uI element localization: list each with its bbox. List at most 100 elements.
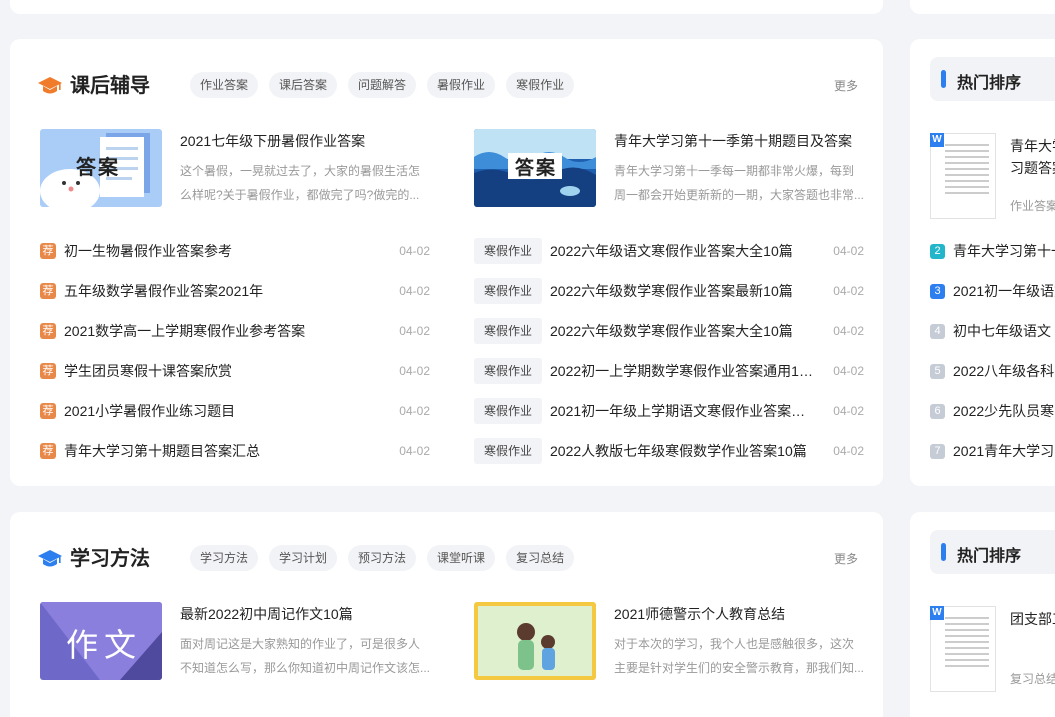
tag-review-summary[interactable]: 复习总结 <box>506 545 575 571</box>
list-item-date: 04-02 <box>399 364 430 378</box>
list-item-date: 04-02 <box>833 444 864 458</box>
list-item-title[interactable]: 2022六年级数学寒假作业答案大全10篇 <box>550 321 793 341</box>
article-thumbnail[interactable]: 作文 <box>40 602 162 680</box>
word-doc-icon: W <box>930 133 944 147</box>
rank-title[interactable]: 2021初一年级语文 <box>953 281 1055 301</box>
rank-title[interactable]: 2022八年级各科 <box>953 361 1054 381</box>
list-item-date: 04-02 <box>833 244 864 258</box>
article-thumbnail[interactable]: 答案 <box>474 129 596 207</box>
section-title: 课后辅导 <box>70 75 150 97</box>
list-item[interactable]: 荐学生团员寒假十课答案欣赏 04-02 <box>40 351 430 391</box>
section-tags: 作业答案 课后答案 问题解答 暑假作业 寒假作业 <box>190 72 575 98</box>
document-title[interactable]: 团支部工 <box>1010 608 1055 630</box>
document-title-line2[interactable]: 习题答案 <box>1010 157 1055 179</box>
list-item[interactable]: 寒假作业 2022人教版七年级寒假数学作业答案10篇 04-02 <box>474 431 864 471</box>
list-item-title[interactable]: 2021初一年级上学期语文寒假作业答案大全 <box>550 401 814 421</box>
rank-number: 3 <box>930 283 945 299</box>
list-item-title[interactable]: 2021小学暑假作业练习题目 <box>64 401 235 421</box>
rank-number: 2 <box>930 243 945 259</box>
article-thumbnail[interactable] <box>474 602 596 680</box>
tag-homework-answers[interactable]: 作业答案 <box>190 72 259 98</box>
list-item[interactable]: 荐 2021数学高一上学期寒假作业参考答案 04-02 <box>40 311 430 351</box>
rank-item[interactable]: 4 初中七年级语文 <box>930 321 1051 341</box>
list-item[interactable]: 寒假作业 2022初一上学期数学寒假作业答案通用10篇 04-02 <box>474 351 864 391</box>
tag-qa[interactable]: 问题解答 <box>348 72 417 98</box>
article-thumbnail[interactable]: 答案 <box>40 129 162 207</box>
document-thumbnail[interactable]: W <box>930 133 996 219</box>
list-item[interactable]: 寒假作业 2021初一年级上学期语文寒假作业答案大全 04-02 <box>474 391 864 431</box>
category-tag[interactable]: 寒假作业 <box>474 398 543 424</box>
list-item-title[interactable]: 学生团员寒假十课答案欣赏 <box>64 361 232 381</box>
more-link[interactable]: 更多 <box>834 550 858 567</box>
word-doc-icon: W <box>930 606 944 620</box>
list-item[interactable]: 荐五年级数学暑假作业答案2021年 04-02 <box>40 271 430 311</box>
rank-item[interactable]: 3 2021初一年级语文 <box>930 281 1055 301</box>
category-tag[interactable]: 寒假作业 <box>474 278 543 304</box>
list-item[interactable]: 荐青年大学习第十期题目答案汇总 04-02 <box>40 431 430 471</box>
article-title[interactable]: 最新2022初中周记作文10篇 <box>180 604 353 624</box>
recommend-badge: 荐 <box>40 283 56 299</box>
section-study-methods: 学习方法 学习方法 学习计划 预习方法 课堂听课 复习总结 更多 作文 最新20… <box>10 512 883 717</box>
rank-item[interactable]: 5 2022八年级各科 <box>930 361 1054 381</box>
featured-article[interactable]: 作文 最新2022初中周记作文10篇 面对周记这是大家熟知的作业了，可是很多人不… <box>40 602 450 680</box>
tag-preview-methods[interactable]: 预习方法 <box>348 545 417 571</box>
category-tag[interactable]: 寒假作业 <box>474 238 543 264</box>
tag-summer-homework[interactable]: 暑假作业 <box>427 72 496 98</box>
rank-title[interactable]: 2021青年大学习 <box>953 441 1054 461</box>
article-title[interactable]: 2021师德警示个人教育总结 <box>614 604 785 624</box>
rank-title[interactable]: 2022少先队员寒 <box>953 401 1054 421</box>
list-item-date: 04-02 <box>833 404 864 418</box>
recommend-badge: 荐 <box>40 443 56 459</box>
list-item-title[interactable]: 2022六年级语文寒假作业答案大全10篇 <box>550 241 793 261</box>
sidebar-header: 热门排序 <box>930 57 1055 101</box>
list-item-title[interactable]: 2022人教版七年级寒假数学作业答案10篇 <box>550 441 807 461</box>
rank-title[interactable]: 初中七年级语文 <box>953 321 1051 341</box>
tag-class-listening[interactable]: 课堂听课 <box>427 545 496 571</box>
recommend-badge: 荐 <box>40 323 56 339</box>
section-header: 学习方法 学习方法 学习计划 预习方法 课堂听课 复习总结 更多 <box>38 544 858 574</box>
rank-item[interactable]: 6 2022少先队员寒 <box>930 401 1054 421</box>
document-category: 复习总结 <box>1010 672 1055 686</box>
document-thumbnail[interactable]: W <box>930 606 996 692</box>
article-title[interactable]: 2021七年级下册暑假作业答案 <box>180 131 365 151</box>
accent-bar <box>941 70 946 88</box>
list-item-title[interactable]: 青年大学习第十期题目答案汇总 <box>64 441 260 461</box>
tag-study-methods[interactable]: 学习方法 <box>190 545 259 571</box>
featured-article[interactable]: 答案 2021七年级下册暑假作业答案 这个暑假，一晃就过去了，大家的暑假生活怎么… <box>40 129 450 207</box>
list-item-title[interactable]: 2022六年级数学寒假作业答案最新10篇 <box>550 281 793 301</box>
list-item[interactable]: 寒假作业 2022六年级数学寒假作业答案最新10篇 04-02 <box>474 271 864 311</box>
list-item-title[interactable]: 初一生物暑假作业答案参考 <box>64 241 232 261</box>
tag-after-class-answers[interactable]: 课后答案 <box>269 72 338 98</box>
list-item[interactable]: 荐 2021小学暑假作业练习题目 04-02 <box>40 391 430 431</box>
rank-title[interactable]: 青年大学习第十一季 <box>953 241 1055 261</box>
category-tag[interactable]: 寒假作业 <box>474 318 543 344</box>
rank-item[interactable]: 7 2021青年大学习 <box>930 441 1054 461</box>
featured-article[interactable]: 2021师德警示个人教育总结 对于本次的学习，我个人也是感触很多，这次主要是针对… <box>474 602 884 680</box>
featured-article[interactable]: 答案 青年大学习第十一季第十期题目及答案 青年大学习第十一季每一期都非常火爆，每… <box>474 129 884 207</box>
rank-number: 7 <box>930 443 945 459</box>
list-item-date: 04-02 <box>833 364 864 378</box>
tag-study-plan[interactable]: 学习计划 <box>269 545 338 571</box>
article-summary: 这个暑假，一晃就过去了，大家的暑假生活怎么样呢?关于暑假作业，都做完了吗?做完的… <box>180 164 421 202</box>
category-tag[interactable]: 寒假作业 <box>474 438 543 464</box>
document-title[interactable]: 青年大学 <box>1010 135 1055 157</box>
more-link[interactable]: 更多 <box>834 77 858 94</box>
section-header: 课后辅导 作业答案 课后答案 问题解答 暑假作业 寒假作业 更多 <box>38 71 858 101</box>
sidebar-hot-ranking: 热门排序 W 青年大学 习题答案 作业答案 2 青年大学习第十一季 3 2021初一… <box>910 39 1055 486</box>
sidebar-title: 热门排序 <box>957 548 1022 565</box>
list-item-title[interactable]: 2022初一上学期数学寒假作业答案通用10篇 <box>550 361 814 381</box>
recommend-badge: 荐 <box>40 403 56 419</box>
list-item-date: 04-02 <box>399 324 430 338</box>
previous-card-bottom <box>10 0 883 14</box>
list-item[interactable]: 荐初一生物暑假作业答案参考 04-02 <box>40 231 430 271</box>
section-tags: 学习方法 学习计划 预习方法 课堂听课 复习总结 <box>190 545 575 571</box>
list-item-title[interactable]: 2021数学高一上学期寒假作业参考答案 <box>64 321 305 341</box>
category-tag[interactable]: 寒假作业 <box>474 358 543 384</box>
tag-winter-homework[interactable]: 寒假作业 <box>506 72 575 98</box>
recommended-list: 荐初一生物暑假作业答案参考 04-02 荐五年级数学暑假作业答案2021年 04-0… <box>40 231 430 471</box>
list-item[interactable]: 寒假作业 2022六年级数学寒假作业答案大全10篇 04-02 <box>474 311 864 351</box>
list-item-title[interactable]: 五年级数学暑假作业答案2021年 <box>64 281 263 301</box>
list-item[interactable]: 寒假作业 2022六年级语文寒假作业答案大全10篇 04-02 <box>474 231 864 271</box>
rank-item[interactable]: 2 青年大学习第十一季 <box>930 241 1055 261</box>
article-title[interactable]: 青年大学习第十一季第十期题目及答案 <box>614 131 852 151</box>
